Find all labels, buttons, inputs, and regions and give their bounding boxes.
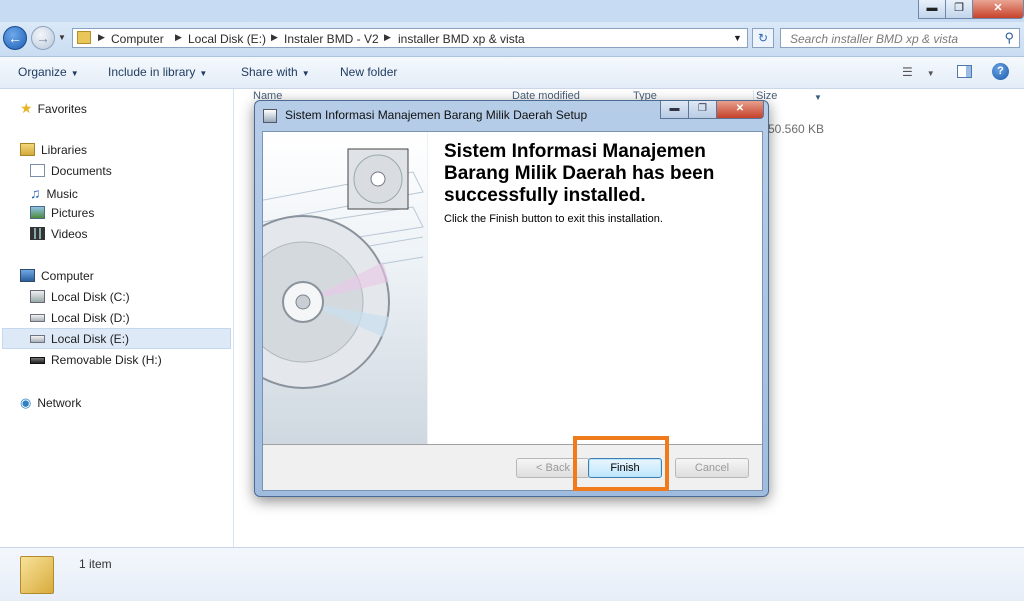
window-maximize-button[interactable]: ❐ — [945, 0, 973, 19]
new-folder-button[interactable]: New folder — [340, 65, 397, 79]
command-toolbar: Organize ▼ Include in library ▼ Share with… — [0, 57, 1024, 89]
share-with-menu[interactable]: Share with ▼ — [241, 65, 310, 79]
include-in-library-menu[interactable]: Include in library ▼ — [108, 65, 207, 79]
hard-drive-icon — [30, 314, 45, 322]
back-button[interactable]: ← — [3, 26, 27, 50]
forward-button[interactable]: → — [31, 26, 55, 50]
computer-icon — [20, 269, 35, 282]
address-dropdown-icon[interactable]: ▼ — [733, 33, 742, 43]
search-icon[interactable]: ⚲ — [1004, 30, 1014, 46]
installer-icon — [263, 109, 277, 123]
install-success-heading: Sistem Informasi Manajemen Barang Milik … — [444, 141, 715, 206]
documents-icon — [30, 164, 45, 177]
nav-drive-d[interactable]: Local Disk (D:) — [30, 311, 130, 325]
search-placeholder: Search installer BMD xp & vista — [790, 32, 959, 46]
nav-network[interactable]: ◉ Network — [20, 395, 81, 411]
music-icon: ♫ — [30, 185, 41, 201]
setup-dialog: Sistem Informasi Manajemen Barang Milik … — [254, 100, 769, 497]
nav-videos[interactable]: Videos — [30, 227, 87, 241]
breadcrumb-separator-icon: ▶ — [271, 32, 278, 42]
folder-icon — [20, 556, 54, 594]
folder-icon — [77, 31, 91, 44]
library-icon — [20, 143, 35, 156]
pictures-icon — [30, 206, 45, 219]
installer-banner-image — [263, 132, 427, 444]
nav-favorites[interactable]: ★ Favorites — [20, 100, 87, 117]
dialog-content: Sistem Informasi Manajemen Barang Milik … — [428, 132, 762, 444]
breadcrumb-separator-icon: ▶ — [384, 32, 391, 42]
chevron-down-icon: ▼ — [70, 69, 79, 78]
view-list-icon: ☰ — [902, 65, 913, 79]
star-icon: ★ — [20, 100, 33, 116]
refresh-button[interactable]: ↻ — [752, 28, 774, 48]
help-button[interactable]: ? — [992, 63, 1009, 80]
organize-menu[interactable]: Organize ▼ — [18, 65, 79, 79]
dialog-title: Sistem Informasi Manajemen Barang Milik … — [285, 108, 588, 122]
help-icon: ? — [997, 65, 1004, 77]
chevron-down-icon: ▼ — [199, 69, 208, 78]
address-field[interactable]: ▶ Computer ▶ Local Disk (E:) ▶ Instaler … — [72, 28, 748, 48]
install-success-message: Click the Finish button to exit this ins… — [444, 213, 663, 225]
refresh-icon: ↻ — [757, 31, 769, 45]
breadcrumb-installer-bmd-xp-vista[interactable]: installer BMD xp & vista — [398, 32, 525, 46]
view-options-button[interactable]: ☰ ▼ — [902, 65, 935, 79]
cd-disc-art — [263, 148, 424, 389]
file-size-cell: 50.560 KB — [768, 122, 825, 136]
breadcrumb-separator-icon: ▶ — [98, 32, 105, 42]
dialog-close-button[interactable]: ✕ — [716, 101, 764, 119]
nav-computer[interactable]: Computer — [20, 269, 94, 283]
nav-documents[interactable]: Documents — [30, 164, 112, 178]
nav-music[interactable]: ♫ Music — [30, 185, 78, 201]
window-close-button[interactable]: ✕ — [972, 0, 1024, 19]
item-count: 1 item — [79, 557, 112, 571]
nav-drive-h[interactable]: Removable Disk (H:) — [30, 353, 162, 367]
breadcrumb-computer[interactable]: Computer — [111, 32, 164, 46]
finish-highlight-box — [573, 436, 669, 491]
dialog-maximize-button[interactable]: ❐ — [688, 101, 717, 119]
cancel-button[interactable]: Cancel — [675, 458, 749, 478]
dialog-client-area: Sistem Informasi Manajemen Barang Milik … — [262, 131, 763, 491]
system-drive-icon — [30, 290, 45, 303]
removable-drive-icon — [30, 357, 45, 364]
recent-pages-dropdown[interactable]: ▼ — [58, 33, 66, 42]
window-titlebar: ▬ ❐ ✕ — [0, 0, 1024, 22]
arrow-left-icon: ← — [8, 30, 22, 46]
nav-pictures[interactable]: Pictures — [30, 206, 94, 220]
preview-pane-button[interactable] — [957, 65, 972, 78]
window-minimize-button[interactable]: ▬ — [918, 0, 946, 19]
network-icon: ◉ — [20, 395, 32, 410]
dialog-separator — [263, 444, 762, 445]
chevron-down-icon: ▼ — [926, 69, 935, 78]
chevron-down-icon: ▼ — [814, 93, 822, 102]
nav-drive-c[interactable]: Local Disk (C:) — [30, 290, 130, 304]
dialog-minimize-button[interactable]: ▬ — [660, 101, 689, 119]
nav-drive-e[interactable]: Local Disk (E:) — [30, 332, 129, 346]
chevron-down-icon: ▼ — [301, 69, 310, 78]
breadcrumb-local-disk-e[interactable]: Local Disk (E:) — [188, 32, 266, 46]
arrow-right-icon: → — [36, 30, 50, 46]
search-input[interactable]: Search installer BMD xp & vista ⚲ — [780, 28, 1020, 48]
details-pane: 1 item — [0, 547, 1024, 601]
videos-icon — [30, 227, 45, 240]
nav-libraries[interactable]: Libraries — [20, 143, 87, 157]
breadcrumb-separator-icon: ▶ — [175, 32, 182, 42]
hard-drive-icon — [30, 335, 45, 343]
breadcrumb-instaler-bmd[interactable]: Instaler BMD - V2 — [284, 32, 379, 46]
